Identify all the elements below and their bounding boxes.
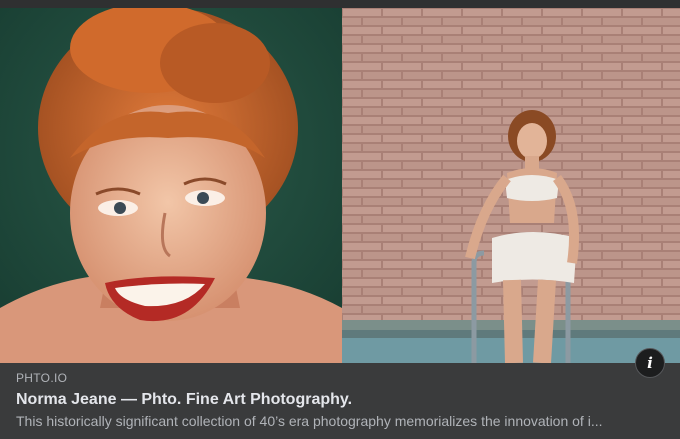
link-preview-card[interactable]: i PHTO.IO Norma Jeane — Phto. Fine Art P…	[0, 0, 680, 439]
link-title[interactable]: Norma Jeane — Phto. Fine Art Photography…	[16, 390, 636, 410]
portrait-photo[interactable]	[0, 8, 342, 363]
poolside-photo[interactable]	[342, 8, 680, 363]
info-icon: i	[647, 353, 653, 372]
link-preview-meta[interactable]: PHTO.IO Norma Jeane — Phto. Fine Art Pho…	[16, 370, 636, 430]
top-divider	[0, 0, 680, 8]
link-preview-media[interactable]	[0, 8, 680, 363]
link-domain: PHTO.IO	[16, 371, 68, 385]
poolside-photo-icon	[342, 8, 680, 363]
link-description: This historically significant collection…	[16, 413, 603, 429]
info-button[interactable]: i	[635, 348, 665, 378]
portrait-photo-icon	[0, 8, 342, 363]
